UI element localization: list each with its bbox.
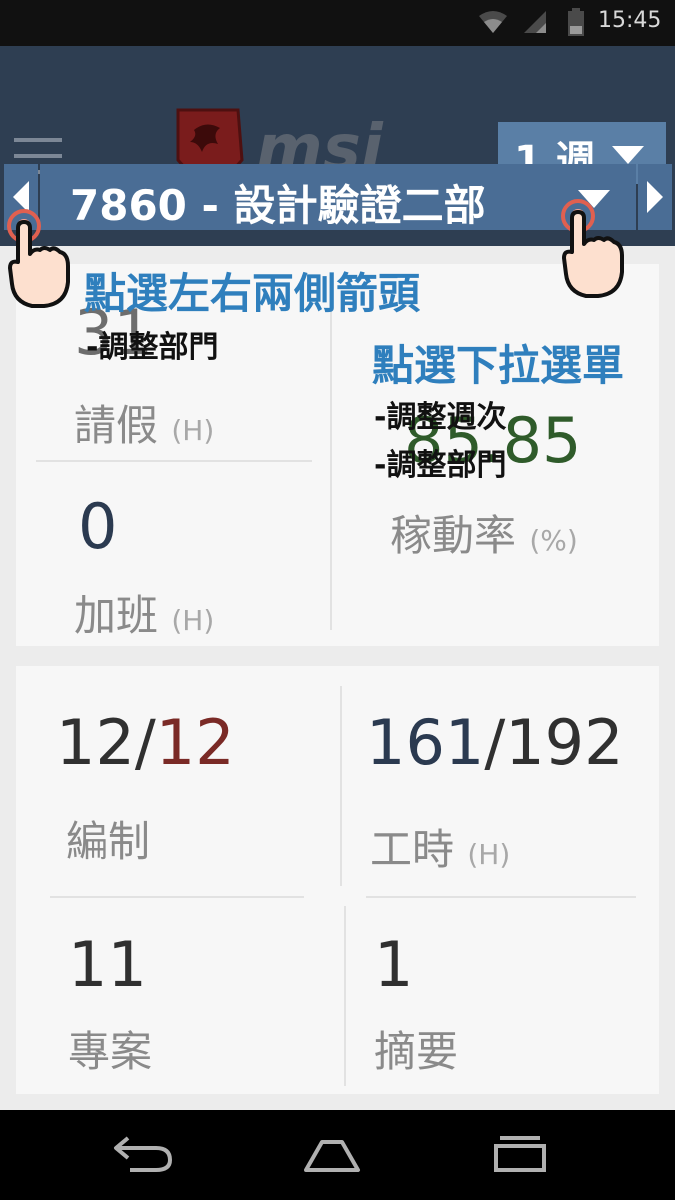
annotation-dropdown-sub2: -調整部門 bbox=[374, 448, 507, 483]
battery-icon bbox=[568, 8, 584, 36]
recent-apps-icon[interactable] bbox=[492, 1134, 548, 1174]
summary-value: 1 bbox=[374, 928, 414, 1001]
stats-card: 12/12 編制 161/192 工時 (H) 11 專案 1 摘要 bbox=[16, 666, 659, 1094]
annotation-arrows-title: 點選左右兩側箭頭 bbox=[84, 269, 421, 318]
hours-value: 161/192 bbox=[366, 706, 624, 779]
headcount-value: 12/12 bbox=[56, 706, 235, 779]
back-icon[interactable] bbox=[112, 1134, 174, 1174]
department-dropdown[interactable]: 7860 - 設計驗證二部 bbox=[40, 164, 636, 230]
status-time: 15:45 bbox=[598, 8, 662, 33]
tap-hand-right-icon bbox=[561, 199, 624, 298]
annotation-dropdown-sub1: -調整週次 bbox=[374, 400, 507, 435]
headcount-label: 編制 bbox=[66, 817, 151, 866]
leave-label: 請假 (H) bbox=[74, 401, 215, 450]
next-department-button[interactable] bbox=[638, 164, 672, 230]
navigation-bar bbox=[0, 1110, 675, 1200]
hours-label: 工時 (H) bbox=[370, 825, 511, 874]
projects-value: 11 bbox=[68, 928, 147, 1001]
overtime-label: 加班 (H) bbox=[74, 591, 215, 640]
arrow-right-icon bbox=[647, 181, 663, 213]
projects-label: 專案 bbox=[68, 1027, 153, 1076]
wifi-icon bbox=[479, 11, 507, 33]
annotation-arrows-sub: -調整部門 bbox=[86, 330, 219, 365]
overtime-value: 0 bbox=[78, 490, 118, 563]
annotation-dropdown-title: 點選下拉選單 bbox=[372, 341, 625, 390]
department-dropdown-label: 7860 - 設計驗證二部 bbox=[70, 181, 486, 230]
signal-icon bbox=[524, 11, 546, 33]
chevron-down-icon bbox=[612, 146, 644, 164]
summary-label: 摘要 bbox=[374, 1027, 459, 1076]
tap-hand-left-icon bbox=[7, 209, 70, 308]
home-icon[interactable] bbox=[302, 1136, 362, 1174]
status-bar: 15:45 bbox=[0, 0, 675, 46]
utilization-label: 稼動率 (%) bbox=[390, 511, 578, 560]
